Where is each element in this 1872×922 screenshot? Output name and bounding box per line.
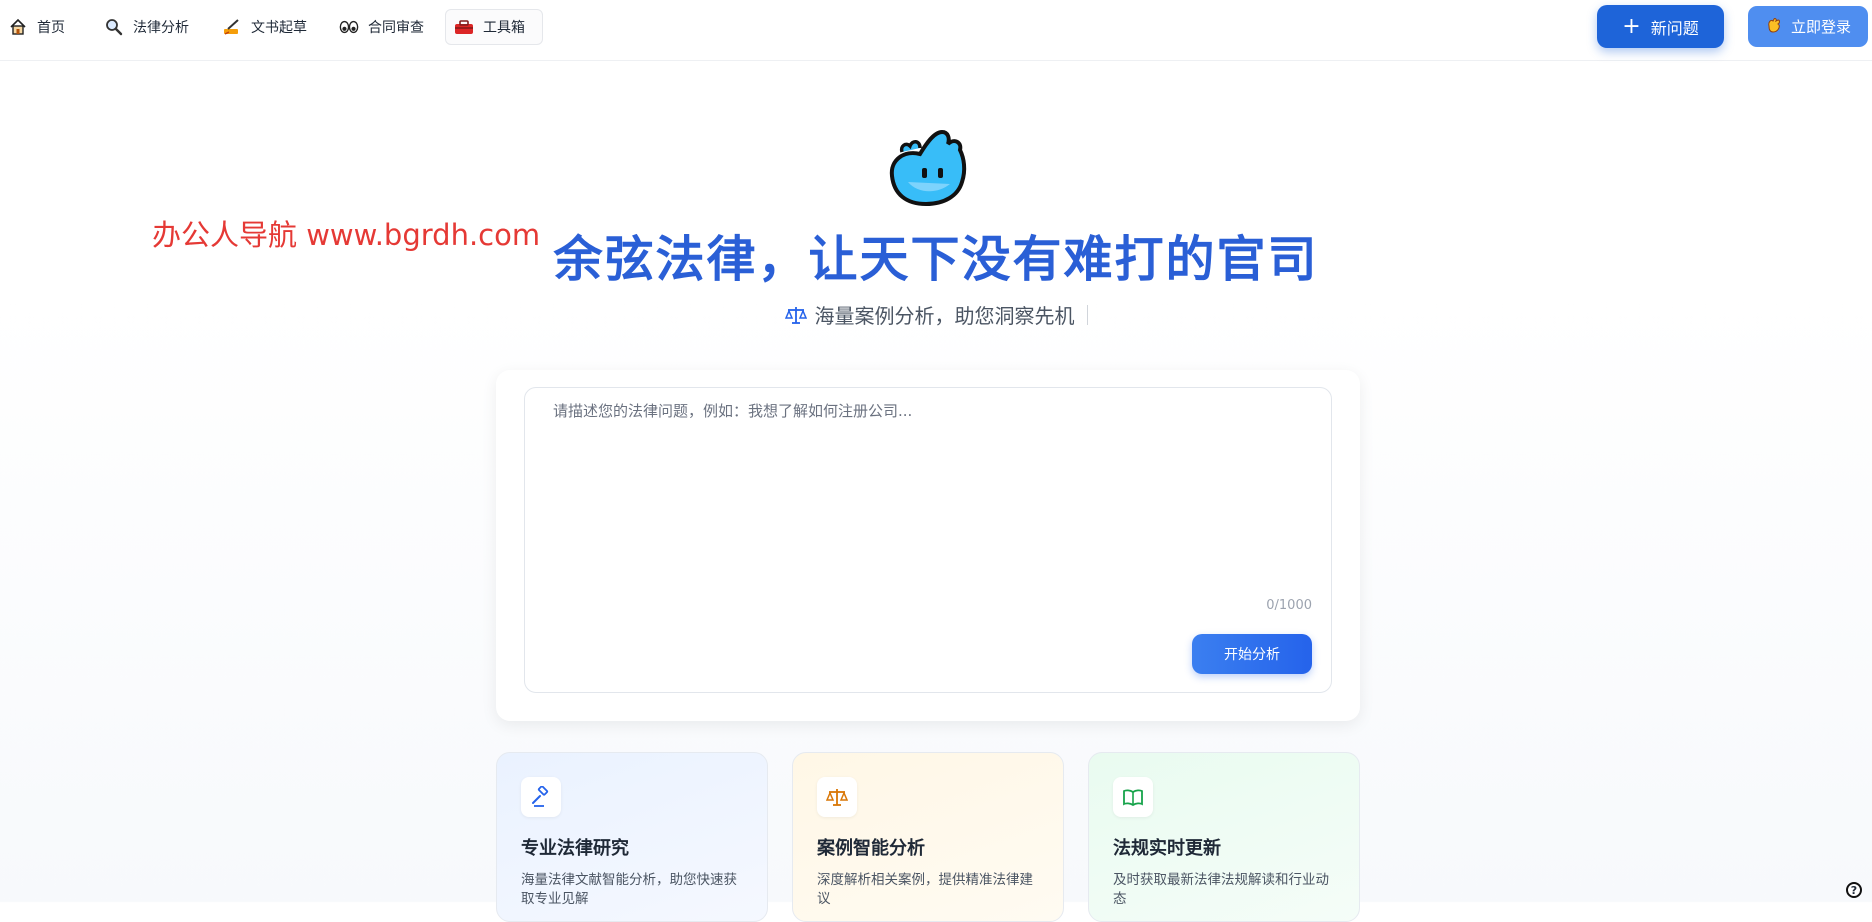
nav-item-home[interactable]: 首页 — [0, 9, 73, 45]
feature-card-regulation-updates[interactable]: 法规实时更新 及时获取最新法律法规解读和行业动态 — [1088, 752, 1360, 922]
nav-item-label: 首页 — [37, 20, 65, 36]
feature-title: 案例智能分析 — [817, 838, 925, 859]
waving-hand-icon — [1765, 16, 1783, 38]
house-icon — [8, 17, 28, 37]
feature-title: 法规实时更新 — [1113, 838, 1221, 859]
hero-subtitle: 海量案例分析，助您洞察先机 — [0, 300, 1872, 329]
nav-item-label: 合同审查 — [368, 20, 424, 36]
toolbox-icon — [454, 17, 474, 37]
question-card: 0/1000 开始分析 — [496, 370, 1360, 721]
scale-icon — [817, 777, 857, 817]
scale-icon — [784, 305, 807, 325]
new-question-label: 新问题 — [1650, 18, 1699, 38]
nav-item-toolbox[interactable]: 工具箱 — [445, 9, 543, 45]
subtitle-text: 海量案例分析，助您洞察先机 — [814, 304, 1075, 328]
book-icon — [1113, 777, 1153, 817]
feature-card-case-analysis[interactable]: 案例智能分析 深度解析相关案例，提供精准法律建议 — [792, 752, 1064, 922]
gavel-icon — [521, 777, 561, 817]
help-icon[interactable]: ? — [1846, 882, 1862, 898]
writing-hand-icon — [222, 17, 242, 37]
hero-title: 余弦法律，让天下没有难打的官司 — [553, 231, 1319, 288]
feature-description: 及时获取最新法律法规解读和行业动态 — [1113, 872, 1329, 907]
nav-item-contract-review[interactable]: 合同审查 — [331, 9, 432, 45]
new-question-button[interactable]: + 新问题 — [1597, 5, 1724, 48]
top-navbar: 首页 法律分析 文书起草 合同审查 工具箱 + 新问题 立即登录 — [0, 0, 1872, 61]
nav-item-document-drafting[interactable]: 文书起草 — [214, 9, 315, 45]
question-input[interactable] — [525, 388, 1331, 588]
nav-item-label: 文书起草 — [251, 20, 307, 36]
whale-logo — [882, 124, 970, 210]
plus-icon: + — [1622, 13, 1641, 39]
nav-item-label: 法律分析 — [133, 20, 189, 36]
eyes-icon — [339, 17, 359, 37]
magnifier-icon — [104, 17, 124, 37]
typing-cursor — [1086, 304, 1088, 325]
login-label: 立即登录 — [1790, 18, 1851, 36]
nav-item-legal-analysis[interactable]: 法律分析 — [96, 9, 197, 45]
question-input-box: 0/1000 开始分析 — [524, 387, 1332, 693]
char-counter: 0/1000 — [1266, 598, 1312, 613]
start-analysis-button[interactable]: 开始分析 — [1192, 634, 1312, 674]
login-button[interactable]: 立即登录 — [1748, 6, 1868, 47]
feature-description: 海量法律文献智能分析，助您快速获取专业见解 — [521, 872, 737, 907]
nav-item-label: 工具箱 — [483, 20, 525, 36]
feature-description: 深度解析相关案例，提供精准法律建议 — [817, 872, 1033, 907]
feature-card-legal-research[interactable]: 专业法律研究 海量法律文献智能分析，助您快速获取专业见解 — [496, 752, 768, 922]
feature-title: 专业法律研究 — [521, 838, 629, 859]
